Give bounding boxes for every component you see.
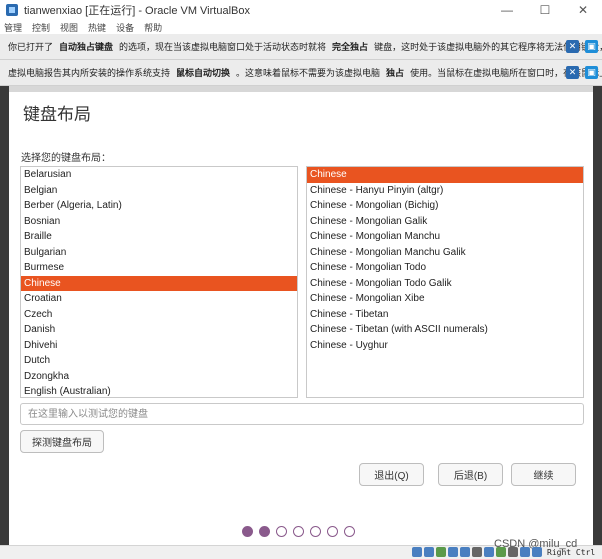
layout-item[interactable]: Belgian (21, 183, 297, 199)
window-title: tianwenxiao [正在运行] - Oracle VM VirtualBo… (24, 5, 250, 17)
variant-item[interactable]: Chinese - Tibetan (with ASCII numerals) (307, 322, 583, 338)
notice-close-icon[interactable]: ✕ (566, 66, 579, 79)
layout-list[interactable]: Belarusian Belgian Berber (Algeria, Latin)… (20, 166, 298, 398)
window-controls: — ☐ ✕ (488, 0, 602, 20)
layout-item[interactable]: Burmese (21, 260, 297, 276)
continue-button[interactable]: 继续 (511, 463, 576, 486)
layout-prompt: 选择您的键盘布局： (21, 153, 111, 164)
optical-drive-icon[interactable] (424, 547, 434, 557)
layout-item[interactable]: Danish (21, 322, 297, 338)
hard-disk-icon[interactable] (412, 547, 422, 557)
menubar: 管理 控制 视图 热键 设备 帮助 (0, 20, 602, 34)
vm-statusbar: CSDN @milu_cd Right Ctrl (0, 538, 602, 559)
layout-item[interactable]: Czech (21, 307, 297, 323)
back-button[interactable]: 后退(B) (438, 463, 503, 486)
variant-item[interactable]: Chinese - Mongolian Todo (307, 260, 583, 276)
shared-folder-icon[interactable] (472, 547, 482, 557)
window-titlebar: tianwenxiao [正在运行] - Oracle VM VirtualBo… (0, 0, 602, 20)
layout-item[interactable]: Croatian (21, 291, 297, 307)
notice-actions: ✕ ▣ (566, 40, 598, 53)
layout-item[interactable]: Berber (Algeria, Latin) (21, 198, 297, 214)
mouse-integration-notice: 虚拟电脑报告其内所安装的操作系统支持 鼠标自动切换 。这意味着鼠标不需要为该虚拟… (0, 60, 602, 86)
menu-manage[interactable]: 管理 (4, 21, 22, 34)
progress-dot (276, 526, 287, 537)
recording-icon[interactable] (496, 547, 506, 557)
layout-item[interactable]: Dhivehi (21, 338, 297, 354)
notice-text: 虚拟电脑报告其内所安装的操作系统支持 (8, 68, 171, 78)
layout-item[interactable]: Bulgarian (21, 245, 297, 261)
layout-item[interactable]: Bosnian (21, 214, 297, 230)
host-key-label: Right Ctrl (547, 547, 596, 557)
keyboard-icon[interactable] (532, 547, 542, 557)
menu-control[interactable]: 控制 (32, 21, 50, 34)
progress-dot (310, 526, 321, 537)
detect-layout-button[interactable]: 探测键盘布局 (20, 430, 104, 453)
cpu-icon[interactable] (508, 547, 518, 557)
variant-item[interactable]: Chinese - Tibetan (307, 307, 583, 323)
page-title: 键盘布局 (23, 105, 91, 124)
installer-window: 键盘布局 选择您的键盘布局： Belarusian Belgian Berber (… (9, 86, 593, 545)
layout-item[interactable]: Belarusian (21, 167, 297, 183)
variant-item[interactable]: Chinese - Uyghur (307, 338, 583, 354)
network-icon[interactable] (448, 547, 458, 557)
layout-item[interactable]: Chinese (21, 275, 297, 291)
installer-top-strip (9, 86, 593, 92)
menu-help[interactable]: 帮助 (144, 21, 162, 34)
notice-text: 你已打开了 (8, 42, 54, 52)
variant-item[interactable]: Chinese - Mongolian Galik (307, 214, 583, 230)
variant-item[interactable]: Chinese - Mongolian (Bichig) (307, 198, 583, 214)
keyboard-capture-notice: 你已打开了 自动独占键盘 的选项，现在当该虚拟电脑窗口处于活动状态时就将 完全独… (0, 34, 602, 60)
progress-dot (344, 526, 355, 537)
variant-item[interactable]: Chinese - Mongolian Manchu Galik (307, 245, 583, 261)
progress-dot (259, 526, 270, 537)
notice-info-icon[interactable]: ▣ (585, 40, 598, 53)
layout-item[interactable]: Dutch (21, 353, 297, 369)
display-icon[interactable] (484, 547, 494, 557)
notice-text: 的选项，现在当该虚拟电脑窗口处于活动状态时就将 (119, 42, 327, 52)
notice-bold: 独占 (386, 68, 405, 78)
vm-display[interactable]: 键盘布局 选择您的键盘布局： Belarusian Belgian Berber (… (0, 86, 602, 545)
notice-actions: ✕ ▣ (566, 66, 598, 79)
notice-bold: 完全独占 (332, 42, 369, 52)
menu-view[interactable]: 视图 (60, 21, 78, 34)
notice-close-icon[interactable]: ✕ (566, 40, 579, 53)
variant-item[interactable]: Chinese - Hanyu Pinyin (altgr) (307, 183, 583, 199)
mouse-integration-icon[interactable] (520, 547, 530, 557)
progress-dot (327, 526, 338, 537)
layout-item[interactable]: Dzongkha (21, 369, 297, 385)
keyboard-test-input[interactable] (20, 403, 584, 425)
variant-item[interactable]: Chinese - Mongolian Todo Galik (307, 276, 583, 292)
quit-button[interactable]: 退出(Q) (359, 463, 424, 486)
progress-dot (293, 526, 304, 537)
virtualbox-icon (6, 4, 18, 16)
variant-item[interactable]: Chinese (307, 167, 583, 183)
notice-bold: 自动独占键盘 (59, 42, 114, 52)
maximize-button[interactable]: ☐ (526, 0, 564, 20)
variant-list[interactable]: Chinese Chinese - Hanyu Pinyin (altgr) Chi… (306, 166, 584, 398)
progress-dot (242, 526, 253, 537)
audio-icon[interactable] (436, 547, 446, 557)
layout-item[interactable]: English (Australian) (21, 384, 297, 397)
variant-item[interactable]: Chinese - Mongolian Manchu (307, 229, 583, 245)
notice-info-icon[interactable]: ▣ (585, 66, 598, 79)
variant-item[interactable]: Chinese - Mongolian Xibe (307, 291, 583, 307)
progress-dots (242, 526, 355, 537)
usb-icon[interactable] (460, 547, 470, 557)
status-icons: Right Ctrl (412, 547, 595, 557)
menu-devices[interactable]: 设备 (116, 21, 134, 34)
notice-text: 。这意味着鼠标不需要为该虚拟电脑 (236, 68, 381, 78)
layout-item[interactable]: Braille (21, 229, 297, 245)
notice-bold: 鼠标自动切换 (176, 68, 231, 78)
close-button[interactable]: ✕ (564, 0, 602, 20)
minimize-button[interactable]: — (488, 0, 526, 20)
menu-hotkey[interactable]: 热键 (88, 21, 106, 34)
